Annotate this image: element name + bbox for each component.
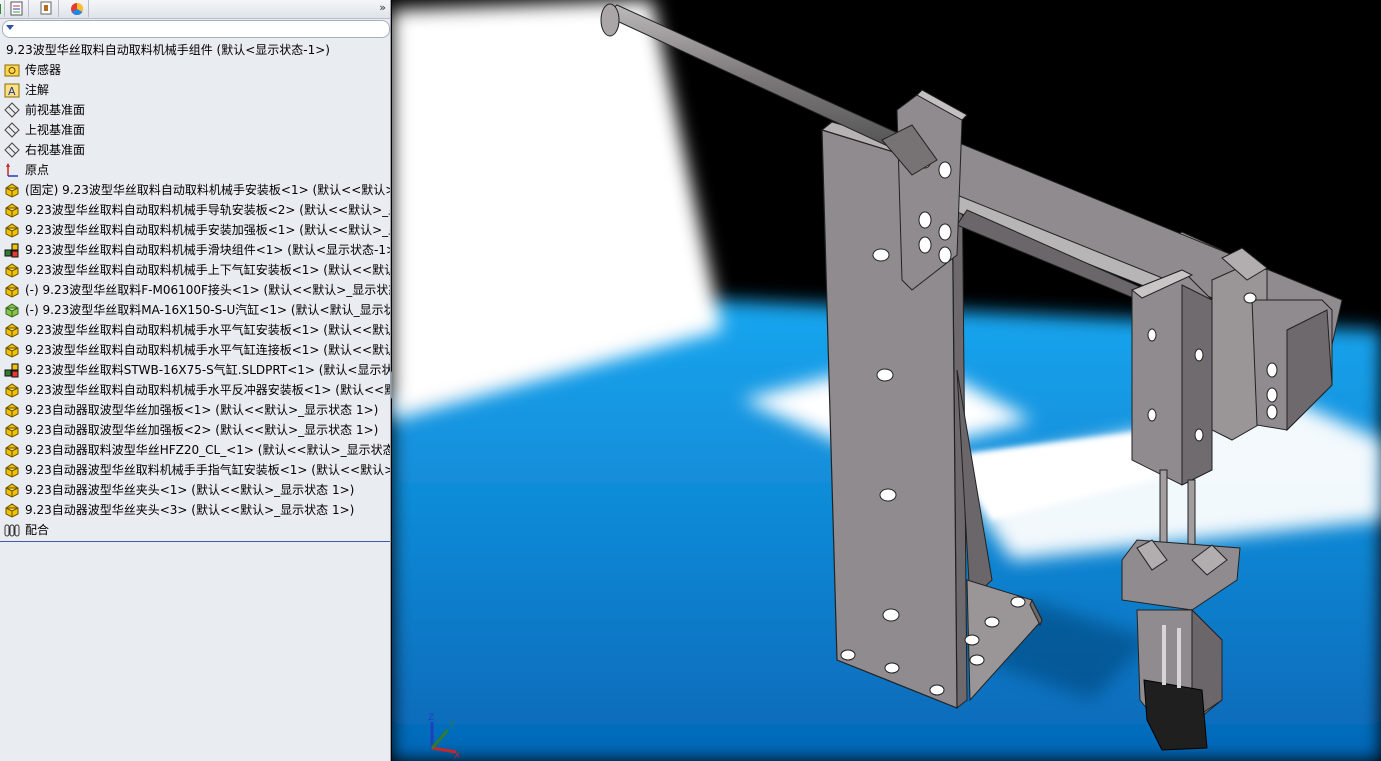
svg-text:A: A	[8, 85, 16, 98]
tree-item-label: 9.23波型华丝取料自动取料机械手水平气缸连接板<1> (默认<<默认>_显示状…	[25, 343, 390, 357]
tree-item-label: 9.23自动器取波型华丝加强板<2> (默认<<默认>_显示状态 1>)	[25, 423, 379, 437]
tree-item[interactable]: 原点	[0, 160, 390, 180]
subassembly-icon	[4, 242, 20, 258]
tree-item[interactable]: 9.23波型华丝取料自动取料机械手水平气缸连接板<1> (默认<<默认>_显示状…	[0, 340, 390, 360]
tree-filter-input[interactable]	[2, 20, 390, 38]
tree-item-label: (固定) 9.23波型华丝取料自动取料机械手安装板<1> (默认<<默认>_显示…	[25, 183, 390, 197]
model-view: Z Y X	[392, 0, 1381, 761]
tree-item[interactable]: 9.23波型华丝取料自动取料机械手滑块组件<1> (默认<显示状态-1>)	[0, 240, 390, 260]
triad-z-label: Z	[428, 713, 434, 723]
tree-item-label: 9.23波型华丝取料自动取料机械手水平气缸安装板<1> (默认<<默认>_显示状…	[25, 323, 390, 337]
tree-item-label: 右视基准面	[25, 143, 86, 157]
more-tabs-chevron[interactable]: »	[379, 0, 386, 16]
tree-item-label: 9.23自动器取波型华丝加强板<1> (默认<<默认>_显示状态 1>)	[25, 403, 379, 417]
display-manager-tab[interactable]	[66, 0, 89, 17]
tree-item[interactable]: 配合	[0, 520, 390, 540]
part-icon	[4, 422, 20, 438]
part-icon	[4, 382, 20, 398]
tree-item[interactable]: 9.23波型华丝取料自动取料机械手水平气缸安装板<1> (默认<<默认>_显示状…	[0, 320, 390, 340]
tree-item-label: 9.23波型华丝取料自动取料机械手上下气缸安装板<1> (默认<<默认>_显示状…	[25, 263, 390, 277]
sensor-icon	[4, 62, 20, 78]
tree-item-label: 前视基准面	[25, 103, 86, 117]
part-icon	[4, 402, 20, 418]
tree-item-label: 9.23自动器波型华丝取料机械手手指气缸安装板<1> (默认<<默认>_显示状态…	[25, 463, 390, 477]
feature-manager-tab[interactable]	[0, 0, 5, 17]
tree-item-label: (-) 9.23波型华丝取料MA-16X150-S-U汽缸<1> (默认<默认_…	[25, 303, 390, 317]
triad-x-label: X	[454, 751, 460, 761]
configuration-icon	[40, 1, 52, 15]
part-icon	[4, 462, 20, 478]
tree-item[interactable]: 上视基准面	[0, 120, 390, 140]
subassembly-icon	[4, 362, 20, 378]
vertical-cylinder-block	[1131, 269, 1213, 486]
part-icon	[4, 262, 20, 278]
origin-icon	[4, 162, 20, 178]
tree-item[interactable]: 9.23自动器取波型华丝加强板<1> (默认<<默认>_显示状态 1>)	[0, 400, 390, 420]
tree-item-label: 9.23波型华丝取料自动取料机械手水平反冲器安装板<1> (默认<<默认>_显示…	[25, 383, 390, 397]
tree-item[interactable]: 9.23自动器波型华丝取料机械手手指气缸安装板<1> (默认<<默认>_显示状态…	[0, 460, 390, 480]
tree-item-label: 9.23波型华丝取料STWB-16X75-S气缸.SLDPRT<1> (默认<显…	[25, 363, 390, 377]
tree-item[interactable]: (固定) 9.23波型华丝取料自动取料机械手安装板<1> (默认<<默认>_显示…	[0, 180, 390, 200]
tree-item[interactable]: 9.23波型华丝取料自动取料机械手水平反冲器安装板<1> (默认<<默认>_显示…	[0, 380, 390, 400]
part-icon	[4, 342, 20, 358]
part-icon	[4, 322, 20, 338]
tree-item-label: 9.23自动器波型华丝夹头<3> (默认<<默认>_显示状态 1>)	[25, 503, 355, 517]
part-icon	[4, 282, 20, 298]
triad-y-label: Y	[448, 721, 455, 731]
tree-item[interactable]: 9.23自动器取波型华丝加强板<2> (默认<<默认>_显示状态 1>)	[0, 420, 390, 440]
tree-root-assembly[interactable]: 9.23波型华丝取料自动取料机械手组件 (默认<显示状态-1>)	[0, 40, 390, 60]
tree-item[interactable]: 9.23波型华丝取料STWB-16X75-S气缸.SLDPRT<1> (默认<显…	[0, 360, 390, 380]
tree-item[interactable]: 前视基准面	[0, 100, 390, 120]
part-icon	[4, 442, 20, 458]
feature-manager-panel: » 9.23波型华丝取料自动取料机械手组件 (默认<显示状态-1>) 传感器 A 注…	[0, 0, 391, 761]
annotation-icon: A	[4, 82, 20, 98]
part-icon	[4, 482, 20, 498]
feature-tree-icon	[0, 3, 1, 14]
tree-root-label: 9.23波型华丝取料自动取料机械手组件 (默认<显示状态-1>)	[6, 43, 330, 57]
tree-item-label: 上视基准面	[25, 123, 86, 137]
part-icon	[4, 182, 20, 198]
property-icon	[10, 1, 23, 16]
tree-item[interactable]: 9.23波型华丝取料自动取料机械手安装加强板<1> (默认<<默认>_显示状态 …	[0, 220, 390, 240]
tree-item[interactable]: 右视基准面	[0, 140, 390, 160]
plane-icon	[4, 102, 20, 118]
tree-item-label: 注解	[25, 83, 50, 97]
tree-item-label: 9.23波型华丝取料自动取料机械手导轨安装板<2> (默认<<默认>_显示状态 …	[25, 203, 390, 217]
feature-tree: 9.23波型华丝取料自动取料机械手组件 (默认<显示状态-1>) 传感器 A 注解前…	[0, 40, 390, 540]
filter-dropdown-arrow-icon[interactable]	[6, 25, 14, 30]
graphics-viewport[interactable]: Z Y X	[392, 0, 1381, 761]
tree-item-label: 9.23自动器取料波型华丝HFZ20_CL_<1> (默认<<默认>_显示状态 …	[25, 443, 390, 457]
manager-tab-strip: »	[0, 0, 390, 19]
tree-item-label: 9.23自动器波型华丝夹头<1> (默认<<默认>_显示状态 1>)	[25, 483, 355, 497]
configuration-manager-tab[interactable]	[36, 0, 59, 17]
plane-icon	[4, 142, 20, 158]
tree-item[interactable]: A 注解	[0, 80, 390, 100]
tree-item[interactable]: (-) 9.23波型华丝取料MA-16X150-S-U汽缸<1> (默认<默认_…	[0, 300, 390, 320]
tree-item[interactable]: (-) 9.23波型华丝取料F-M06100F接头<1> (默认<<默认>_显示…	[0, 280, 390, 300]
tree-item[interactable]: 9.23自动器波型华丝夹头<3> (默认<<默认>_显示状态 1>)	[0, 500, 390, 520]
tree-item[interactable]: 9.23自动器波型华丝夹头<1> (默认<<默认>_显示状态 1>)	[0, 480, 390, 500]
property-manager-tab[interactable]	[6, 0, 29, 17]
tree-item[interactable]: 9.23波型华丝取料自动取料机械手上下气缸安装板<1> (默认<<默认>_显示状…	[0, 260, 390, 280]
part-icon	[4, 222, 20, 238]
tree-item-label: (-) 9.23波型华丝取料F-M06100F接头<1> (默认<<默认>_显示…	[25, 283, 390, 297]
tree-item-label: 原点	[25, 163, 50, 177]
tree-item[interactable]: 9.23波型华丝取料自动取料机械手导轨安装板<2> (默认<<默认>_显示状态 …	[0, 200, 390, 220]
part-icon	[4, 202, 20, 218]
tree-item-label: 9.23波型华丝取料自动取料机械手滑块组件<1> (默认<显示状态-1>)	[25, 243, 390, 257]
tree-item[interactable]: 9.23自动器取料波型华丝HFZ20_CL_<1> (默认<<默认>_显示状态 …	[0, 440, 390, 460]
tree-item-label: 9.23波型华丝取料自动取料机械手安装加强板<1> (默认<<默认>_显示状态 …	[25, 223, 390, 237]
mates-icon	[4, 522, 20, 538]
tree-item-label: 配合	[25, 523, 50, 537]
appearance-icon	[71, 2, 84, 16]
tree-item[interactable]: 传感器	[0, 60, 390, 80]
tree-end-marker	[0, 541, 390, 542]
part-icon	[4, 502, 20, 518]
tree-item-label: 传感器	[25, 63, 62, 77]
plane-icon	[4, 122, 20, 138]
toolbox-part-icon	[4, 302, 20, 318]
